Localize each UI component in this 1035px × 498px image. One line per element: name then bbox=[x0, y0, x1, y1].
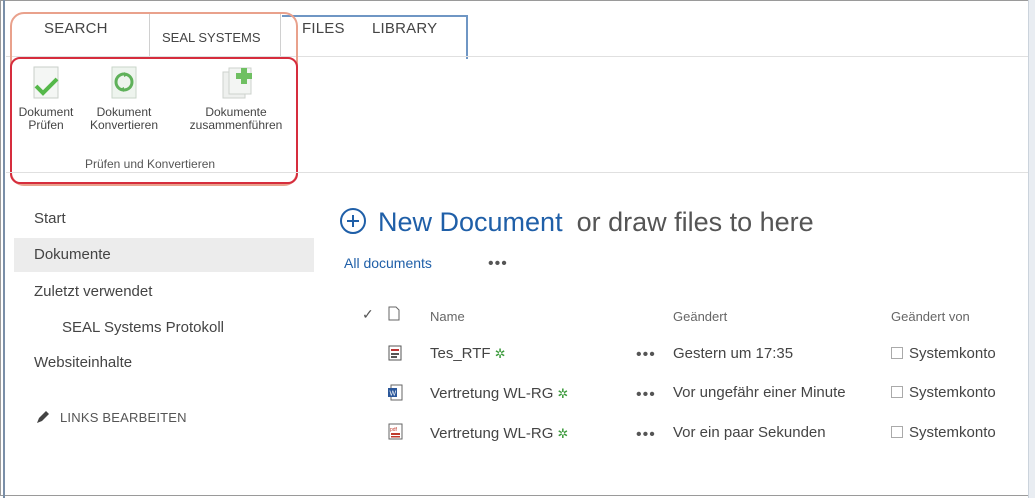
ribbon-bottom-divider bbox=[6, 172, 1028, 173]
table-row-name[interactable]: Vertretung WL-RG ✲ bbox=[430, 425, 568, 442]
dokument-konvertieren-button[interactable]: Dokument Konvertieren bbox=[86, 66, 162, 132]
nav-item-start[interactable]: Start bbox=[14, 202, 314, 236]
document-name-link[interactable]: Vertretung WL-RG bbox=[430, 385, 553, 402]
table-row-name[interactable]: Tes_RTF ✲ bbox=[430, 345, 505, 362]
new-item-icon: ✲ bbox=[494, 346, 506, 361]
row-menu-button[interactable]: ••• bbox=[636, 346, 656, 364]
dokumente-zusammenfuehren-button[interactable]: Dokumente zusammenführen bbox=[184, 66, 288, 132]
user-name-link[interactable]: Systemkonto bbox=[909, 345, 996, 362]
presence-icon bbox=[891, 386, 903, 399]
drag-hint: or draw files to here bbox=[576, 207, 814, 237]
add-circle-icon[interactable] bbox=[340, 207, 366, 234]
column-header-modified[interactable]: Geändert bbox=[673, 309, 727, 324]
row-modified-by: Systemkonto bbox=[891, 345, 996, 362]
pencil-icon bbox=[36, 410, 50, 427]
table-row-name[interactable]: Vertretung WL-RG ✲ bbox=[430, 385, 568, 402]
new-document-link[interactable]: New Document bbox=[378, 207, 563, 237]
document-name-link[interactable]: Vertretung WL-RG bbox=[430, 425, 553, 442]
row-menu-button[interactable]: ••• bbox=[636, 386, 656, 404]
nav-item-websiteinhalte[interactable]: Websiteinhalte bbox=[14, 346, 314, 380]
word-file-icon: W bbox=[387, 384, 403, 401]
window-left-border bbox=[3, 0, 5, 498]
rtf-file-icon bbox=[388, 345, 402, 361]
window-right-border bbox=[1028, 0, 1035, 498]
row-modified-by: Systemkonto bbox=[891, 384, 996, 401]
row-modified: Vor ungefähr einer Minute bbox=[673, 384, 846, 401]
presence-icon bbox=[891, 426, 903, 439]
edit-links-button[interactable]: LINKS BEARBEITEN bbox=[36, 410, 187, 427]
column-header-modified-by[interactable]: Geändert von bbox=[891, 309, 970, 324]
view-all-documents[interactable]: All documents bbox=[344, 255, 432, 271]
nav-item-zuletzt-verwendet[interactable]: Zuletzt verwendet bbox=[14, 275, 314, 309]
nav-item-dokumente[interactable]: Dokumente bbox=[14, 238, 314, 272]
svg-text:W: W bbox=[390, 391, 397, 398]
new-document-area: New Document or draw files to here bbox=[340, 207, 814, 238]
dokument-konvertieren-label-2: Konvertieren bbox=[89, 118, 159, 132]
presence-icon bbox=[891, 347, 903, 360]
row-modified-by: Systemkonto bbox=[891, 424, 996, 441]
document-name-link[interactable]: Tes_RTF bbox=[430, 345, 491, 362]
ribbon-group-label: Prüfen und Konvertieren bbox=[84, 157, 216, 171]
row-modified: Vor ein paar Sekunden bbox=[673, 424, 826, 441]
dokument-pruefen-label-2: Prüfen bbox=[28, 118, 64, 132]
document-type-header-icon bbox=[388, 306, 400, 326]
edit-links-label: LINKS BEARBEITEN bbox=[60, 410, 187, 425]
select-all-checkmark[interactable]: ✓ bbox=[362, 306, 374, 323]
merge-documents-icon bbox=[221, 66, 252, 100]
user-name-link[interactable]: Systemkonto bbox=[909, 424, 996, 441]
tab-library[interactable]: LIBRARY bbox=[372, 20, 437, 37]
svg-text:pdf: pdf bbox=[390, 427, 398, 433]
dokumente-zusammenfuehren-label-2: zusammenführen bbox=[189, 118, 283, 132]
dokument-pruefen-button[interactable]: Dokument Prüfen bbox=[14, 66, 78, 132]
nav-item-seal-systems-protokoll[interactable]: SEAL Systems Protokoll bbox=[14, 311, 314, 345]
row-menu-button[interactable]: ••• bbox=[636, 426, 656, 444]
column-header-name[interactable]: Name bbox=[430, 309, 465, 324]
check-document-icon bbox=[31, 66, 61, 100]
row-modified: Gestern um 17:35 bbox=[673, 345, 794, 362]
user-name-link[interactable]: Systemkonto bbox=[909, 384, 996, 401]
pdf-file-icon: pdf bbox=[388, 423, 403, 440]
new-item-icon: ✲ bbox=[557, 426, 569, 441]
view-more-button[interactable]: ••• bbox=[488, 255, 508, 273]
tab-files[interactable]: FILES bbox=[302, 20, 345, 37]
new-item-icon: ✲ bbox=[557, 386, 569, 401]
convert-document-icon bbox=[109, 66, 139, 100]
